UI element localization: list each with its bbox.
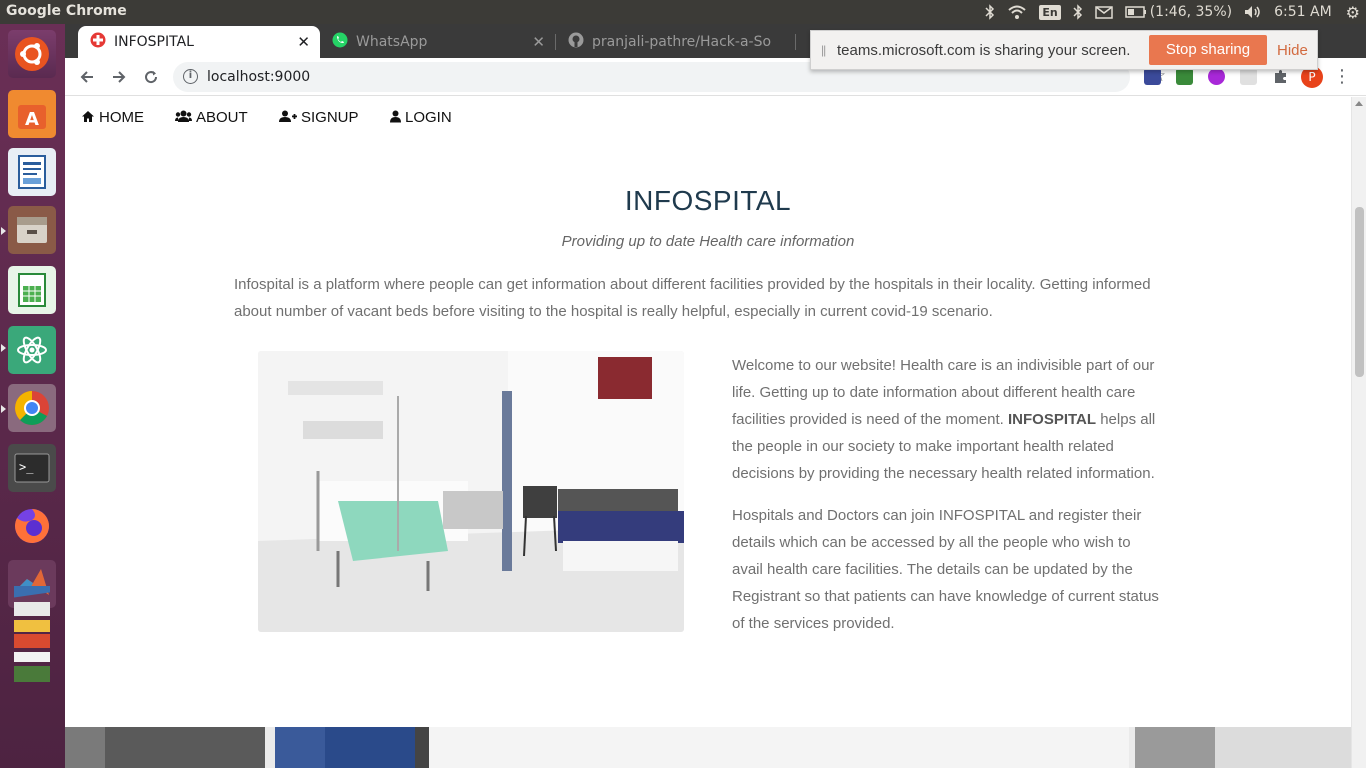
intro-paragraph: Infospital is a platform where people ca… bbox=[234, 276, 1151, 320]
battery-icon bbox=[1124, 6, 1146, 18]
tab-close-icon[interactable]: ✕ bbox=[297, 33, 310, 51]
chrome-icon[interactable] bbox=[8, 384, 56, 432]
clock[interactable]: 6:51 AM bbox=[1274, 4, 1332, 20]
nav-label: LOGIN bbox=[405, 109, 452, 126]
site-info-icon[interactable]: i bbox=[183, 69, 198, 84]
battery-text: (1:46, 35%) bbox=[1149, 4, 1233, 20]
next-section-banner-image bbox=[65, 727, 1351, 768]
firefox-icon[interactable] bbox=[8, 502, 56, 550]
libreoffice-writer-icon[interactable] bbox=[8, 148, 56, 196]
files-icon[interactable] bbox=[8, 206, 56, 254]
app-stack-icon[interactable] bbox=[8, 586, 56, 682]
tab-close-icon[interactable]: ✕ bbox=[532, 33, 545, 51]
extension-grey-icon[interactable] bbox=[1240, 68, 1257, 85]
back-arrow-icon bbox=[80, 71, 93, 83]
mail-icon[interactable] bbox=[1094, 5, 1113, 19]
chrome-menu-icon[interactable]: ⋮ bbox=[1333, 66, 1351, 87]
nav-label: ABOUT bbox=[196, 109, 248, 126]
ubuntu-dash-icon[interactable] bbox=[8, 30, 56, 78]
home-icon bbox=[81, 110, 95, 126]
back-button[interactable] bbox=[76, 66, 98, 88]
keyboard-layout-indicator[interactable]: En bbox=[1039, 4, 1061, 20]
page-viewport: HOME ABOUT SIGNUP LOGIN INFOSPITAL Provi… bbox=[65, 97, 1366, 768]
system-tray: En (1:46, 35%) 6:51 AM ⚙ bbox=[985, 0, 1366, 24]
extension-puzzle-blue-icon[interactable] bbox=[1144, 68, 1161, 85]
tab-github[interactable]: pranjali-pathre/Hack-a-So bbox=[556, 26, 791, 58]
libreoffice-calc-icon[interactable] bbox=[8, 266, 56, 314]
stop-sharing-button[interactable]: Stop sharing bbox=[1149, 35, 1267, 65]
whatsapp-favicon-icon bbox=[332, 32, 348, 52]
page-scrollbar[interactable] bbox=[1351, 97, 1366, 768]
hospitals-paragraph: Hospitals and Doctors can join INFOSPITA… bbox=[732, 507, 1159, 632]
extensions-menu-icon[interactable] bbox=[1272, 68, 1289, 85]
extension-html-icon[interactable] bbox=[1176, 68, 1193, 85]
user-icon bbox=[390, 110, 401, 126]
scrollbar-thumb[interactable] bbox=[1355, 207, 1364, 377]
tab-separator bbox=[795, 34, 796, 50]
atom-editor-icon[interactable] bbox=[8, 326, 56, 374]
tab-whatsapp[interactable]: WhatsApp ✕ bbox=[320, 26, 555, 58]
bluetooth-icon[interactable] bbox=[985, 4, 995, 20]
unity-launcher: A >_ bbox=[0, 24, 65, 768]
hide-button[interactable]: Hide bbox=[1277, 42, 1308, 59]
tab-infospital[interactable]: INFOSPITAL ✕ bbox=[78, 26, 320, 58]
red-cross-favicon-icon bbox=[90, 32, 106, 52]
battery-indicator[interactable]: (1:46, 35%) bbox=[1124, 4, 1233, 20]
tab-title: pranjali-pathre/Hack-a-So bbox=[592, 34, 772, 50]
software-center-icon[interactable]: A bbox=[8, 90, 56, 138]
users-icon bbox=[175, 110, 192, 126]
scroll-up-arrow-icon[interactable] bbox=[1355, 101, 1363, 106]
welcome-paragraph: Welcome to our website! Health care is a… bbox=[732, 352, 1162, 487]
extension-purple-icon[interactable] bbox=[1208, 68, 1225, 85]
site-navbar: HOME ABOUT SIGNUP LOGIN bbox=[65, 97, 1351, 139]
welcome-brand: INFOSPITAL bbox=[1007, 411, 1097, 428]
nav-signup[interactable]: SIGNUP bbox=[279, 109, 359, 126]
drag-handle-icon[interactable]: || bbox=[821, 43, 826, 57]
user-plus-icon bbox=[279, 110, 297, 126]
forward-button[interactable] bbox=[108, 66, 130, 88]
running-indicator bbox=[1, 344, 6, 352]
svg-text:>_: >_ bbox=[19, 460, 34, 474]
wifi-icon[interactable] bbox=[1007, 5, 1027, 20]
share-message: teams.microsoft.com is sharing your scre… bbox=[837, 42, 1131, 59]
hospital-room-image bbox=[258, 351, 684, 632]
screen-share-notification: || teams.microsoft.com is sharing your s… bbox=[810, 30, 1318, 70]
terminal-icon[interactable]: >_ bbox=[8, 444, 56, 492]
nav-login[interactable]: LOGIN bbox=[390, 109, 452, 126]
nav-label: SIGNUP bbox=[301, 109, 359, 126]
svg-text:A: A bbox=[25, 109, 39, 130]
running-indicator bbox=[1, 405, 6, 413]
reload-icon bbox=[145, 71, 158, 84]
reload-button[interactable] bbox=[140, 66, 162, 88]
github-favicon-icon bbox=[568, 32, 584, 52]
tab-title: WhatsApp bbox=[356, 34, 428, 50]
nav-home[interactable]: HOME bbox=[81, 109, 144, 126]
url-text[interactable]: localhost:9000 bbox=[207, 69, 310, 85]
settings-gear-icon[interactable]: ⚙ bbox=[1346, 3, 1360, 22]
nav-about[interactable]: ABOUT bbox=[175, 109, 248, 126]
nav-label: HOME bbox=[99, 109, 144, 126]
page-title: INFOSPITAL bbox=[624, 185, 792, 216]
system-top-panel: Google Chrome En (1:46, 35%) 6:51 AM ⚙ bbox=[0, 0, 1366, 24]
about-section: INFOSPITAL Providing up to date Health c… bbox=[65, 139, 1351, 727]
running-indicator bbox=[1, 227, 6, 235]
volume-icon[interactable] bbox=[1244, 5, 1262, 19]
active-app-name: Google Chrome bbox=[6, 3, 127, 19]
bluetooth-status-icon[interactable] bbox=[1073, 4, 1083, 20]
tab-title: INFOSPITAL bbox=[114, 34, 194, 50]
forward-arrow-icon bbox=[113, 71, 126, 83]
page-subtitle: Providing up to date Health care informa… bbox=[561, 233, 855, 250]
